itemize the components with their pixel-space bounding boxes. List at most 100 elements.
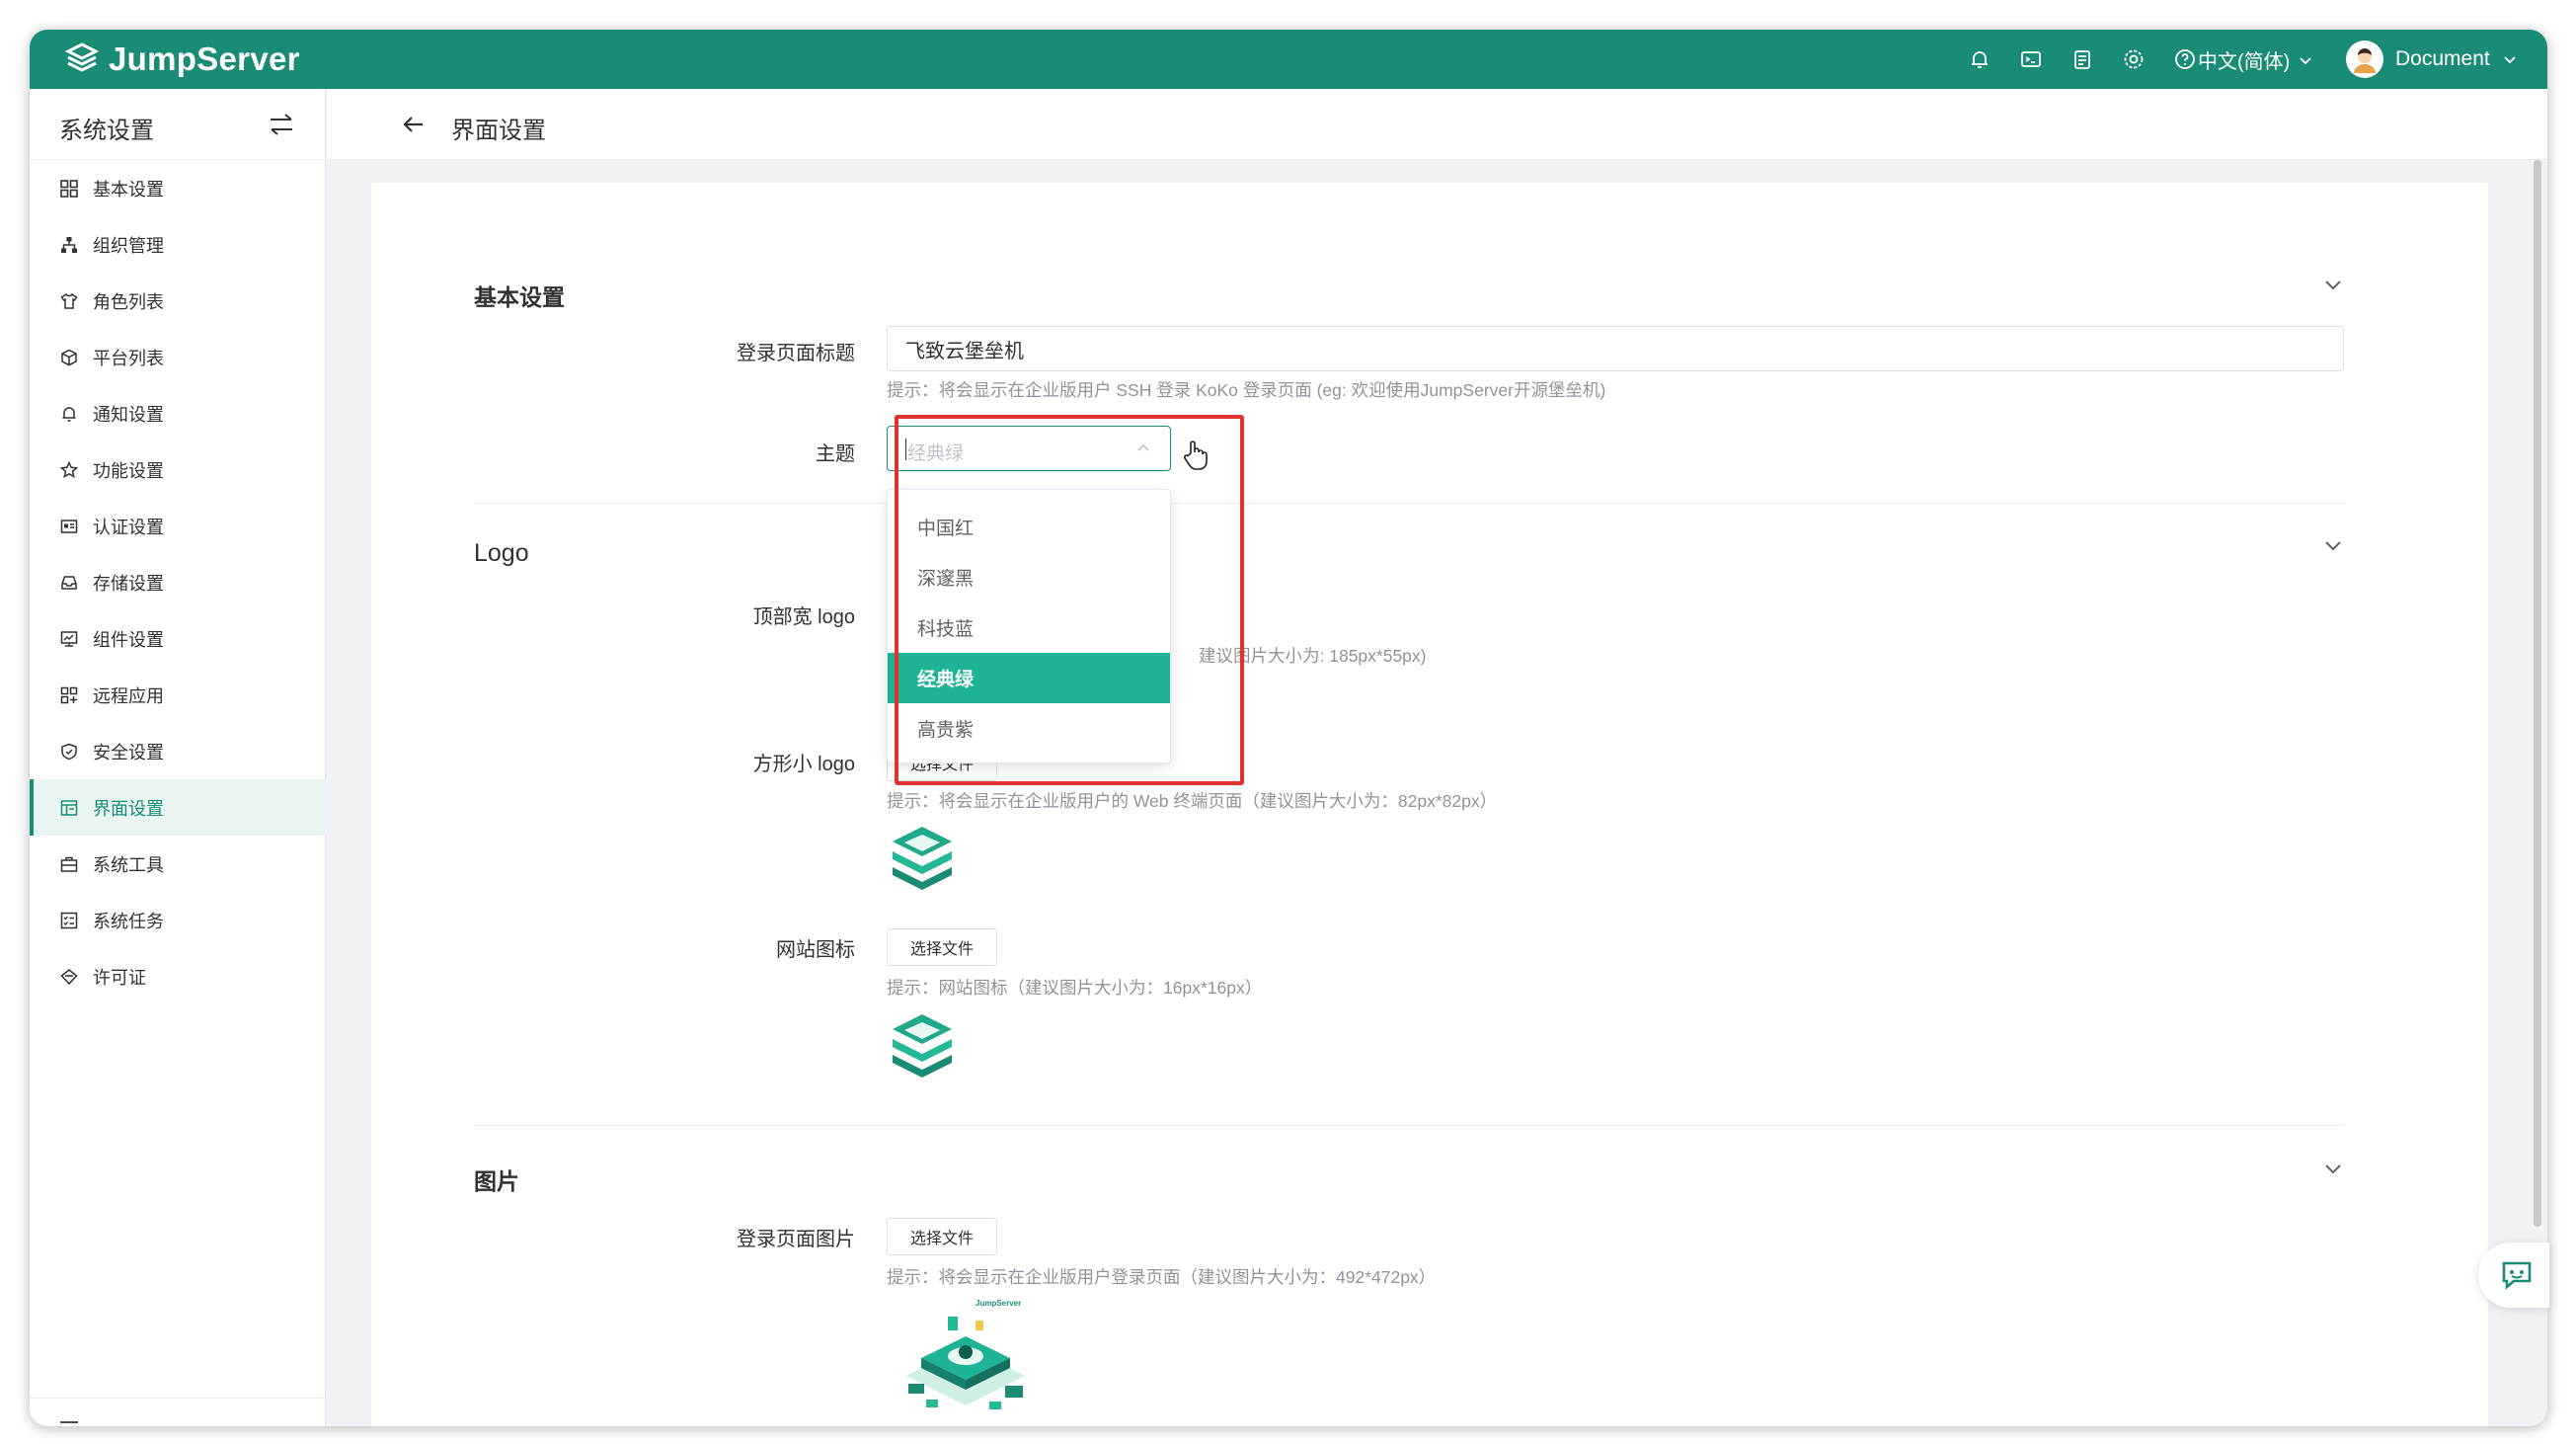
chevron-down-icon[interactable] xyxy=(2321,1158,2345,1181)
license-icon xyxy=(59,967,79,987)
theme-select[interactable]: 经典绿 xyxy=(887,426,1171,471)
login-image-hint: 提示：将会显示在企业版用户登录页面（建议图片大小为：492*472px） xyxy=(887,1267,1437,1287)
section-divider xyxy=(474,503,2345,504)
help-icon[interactable] xyxy=(2172,46,2198,72)
cube-icon xyxy=(59,348,79,367)
page-scrollbar[interactable] xyxy=(2534,160,2541,1227)
sidebar-item-label: 通知设置 xyxy=(93,404,164,425)
bell-icon[interactable] xyxy=(1967,46,1992,72)
page-title: 界面设置 xyxy=(451,118,546,144)
top-navbar: JumpServer 中文(简体) Document xyxy=(30,30,2547,89)
favicon-choose-file-button[interactable]: 选择文件 xyxy=(887,928,997,966)
chat-bubble-icon xyxy=(2502,1261,2532,1290)
option-label: 深邃黑 xyxy=(917,569,975,590)
user-menu[interactable]: Document xyxy=(2346,40,2518,78)
wide-logo-hint: 建议图片大小为: 185px*55px) xyxy=(1199,646,1427,666)
sidebar-item-label: 安全设置 xyxy=(93,742,164,762)
theme-option-blue[interactable]: 科技蓝 xyxy=(888,602,1170,653)
shirt-icon xyxy=(59,291,79,311)
clipboard-icon[interactable] xyxy=(2069,46,2095,72)
login-title-input[interactable]: 飞致云堡垒机 xyxy=(887,326,2344,371)
theme-option-black[interactable]: 深邃黑 xyxy=(888,552,1170,602)
option-label: 科技蓝 xyxy=(917,619,975,640)
toolbox-icon xyxy=(59,854,79,874)
bell-icon xyxy=(59,404,79,424)
login-image-preview: JumpServer xyxy=(887,1297,1045,1425)
sidebar-item-label: 认证设置 xyxy=(93,517,164,537)
section-divider xyxy=(474,1125,2345,1126)
theme-option-red[interactable]: 中国红 xyxy=(888,502,1170,552)
sidebar-item-auth[interactable]: 认证设置 xyxy=(30,498,326,554)
theme-option-green[interactable]: 经典绿 xyxy=(888,653,1170,703)
option-label: 高贵紫 xyxy=(917,720,975,741)
page-header: 界面设置 xyxy=(327,89,2547,160)
collapse-menu-icon[interactable] xyxy=(57,1417,81,1426)
sidebar-item-label: 组织管理 xyxy=(93,235,164,256)
sidebar-item-tools[interactable]: 系统工具 xyxy=(30,836,326,892)
chevron-down-icon[interactable] xyxy=(2321,534,2345,558)
sidebar-item-label: 组件设置 xyxy=(93,629,164,650)
sidebar-item-tasks[interactable]: 系统任务 xyxy=(30,892,326,948)
login-image-choose-file-button[interactable]: 选择文件 xyxy=(887,1218,997,1255)
sidebar-item-org[interactable]: 组织管理 xyxy=(30,216,326,273)
section-title-logo: Logo xyxy=(474,539,529,567)
brand-logo[interactable]: JumpServer xyxy=(65,40,300,77)
sidebar-item-roles[interactable]: 角色列表 xyxy=(30,273,326,329)
sidebar-item-platforms[interactable]: 平台列表 xyxy=(30,329,326,385)
monitor-icon xyxy=(59,629,79,649)
inbox-icon xyxy=(59,573,79,593)
terminal-icon[interactable] xyxy=(2018,46,2044,72)
square-logo-preview-icon xyxy=(893,827,952,890)
sidebar-item-label: 远程应用 xyxy=(93,685,164,706)
sidebar-item-notifications[interactable]: 通知设置 xyxy=(30,385,326,441)
choose-file-label: 选择文件 xyxy=(909,1231,974,1247)
section-title-image: 图片 xyxy=(474,1168,519,1194)
sidebar-item-license[interactable]: 许可证 xyxy=(30,948,326,1004)
language-label: 中文(简体) xyxy=(2198,51,2291,73)
sidebar-item-interface[interactable]: 界面设置 xyxy=(30,779,326,836)
sidebar-item-remote-apps[interactable]: 远程应用 xyxy=(30,667,326,723)
sidebar-item-features[interactable]: 功能设置 xyxy=(30,441,326,498)
jumpserver-logo-icon xyxy=(65,42,99,72)
back-arrow-icon[interactable] xyxy=(400,111,428,138)
chat-assistant-button[interactable] xyxy=(2478,1243,2549,1308)
sidebar: 系统设置 基本设置 组织管理 角色列表 平台列表 通知设置 功能设置 认证设置 … xyxy=(30,89,326,1426)
apps-icon xyxy=(59,685,79,705)
sidebar-item-label: 系统任务 xyxy=(93,911,164,931)
square-logo-hint: 提示：将会显示在企业版用户的 Web 终端页面（建议图片大小为：82px*82p… xyxy=(887,791,1498,811)
settings-card: 基本设置 登录页面标题 飞致云堡垒机 提示：将会显示在企业版用户 SSH 登录 … xyxy=(371,183,2488,1426)
chevron-up-icon xyxy=(1137,443,1149,451)
square-logo-label: 方形小 logo xyxy=(752,754,855,775)
theme-option-purple[interactable]: 高贵紫 xyxy=(888,703,1170,754)
sidebar-item-label: 基本设置 xyxy=(93,179,164,200)
section-title-basic: 基本设置 xyxy=(474,284,565,310)
switch-view-icon[interactable] xyxy=(267,111,296,138)
sidebar-item-components[interactable]: 组件设置 xyxy=(30,610,326,667)
hand-cursor-icon xyxy=(1183,441,1208,470)
sidebar-header: 系统设置 xyxy=(30,89,326,160)
login-title-value: 飞致云堡垒机 xyxy=(905,340,1024,362)
theme-dropdown: 中国红 深邃黑 科技蓝 经典绿 高贵紫 xyxy=(887,489,1171,763)
id-card-icon xyxy=(59,517,79,536)
login-title-hint: 提示：将会显示在企业版用户 SSH 登录 KoKo 登录页面 (eg: 欢迎使用… xyxy=(887,380,1606,400)
sidebar-item-security[interactable]: 安全设置 xyxy=(30,723,326,779)
chevron-down-icon[interactable] xyxy=(2321,274,2345,297)
shield-icon xyxy=(59,742,79,762)
sidebar-item-basic[interactable]: 基本设置 xyxy=(30,160,326,216)
gear-icon[interactable] xyxy=(2121,46,2147,72)
theme-placeholder: 经典绿 xyxy=(907,443,965,464)
login-title-label: 登录页面标题 xyxy=(737,343,855,364)
sidebar-item-label: 存储设置 xyxy=(93,573,164,594)
tasks-icon xyxy=(59,911,79,930)
language-selector[interactable]: 中文(简体) xyxy=(2198,45,2313,74)
chevron-down-icon xyxy=(2504,56,2516,64)
favicon-hint: 提示：网站图标（建议图片大小为：16px*16px） xyxy=(887,978,1263,998)
sidebar-item-storage[interactable]: 存储设置 xyxy=(30,554,326,610)
user-name: Document xyxy=(2395,47,2490,70)
text-caret xyxy=(905,439,906,460)
favicon-label: 网站图标 xyxy=(776,939,855,961)
sidebar-item-label: 许可证 xyxy=(93,967,146,988)
wide-logo-label: 顶部宽 logo xyxy=(752,606,855,628)
org-tree-icon xyxy=(59,235,79,255)
brand-name: JumpServer xyxy=(109,40,300,77)
